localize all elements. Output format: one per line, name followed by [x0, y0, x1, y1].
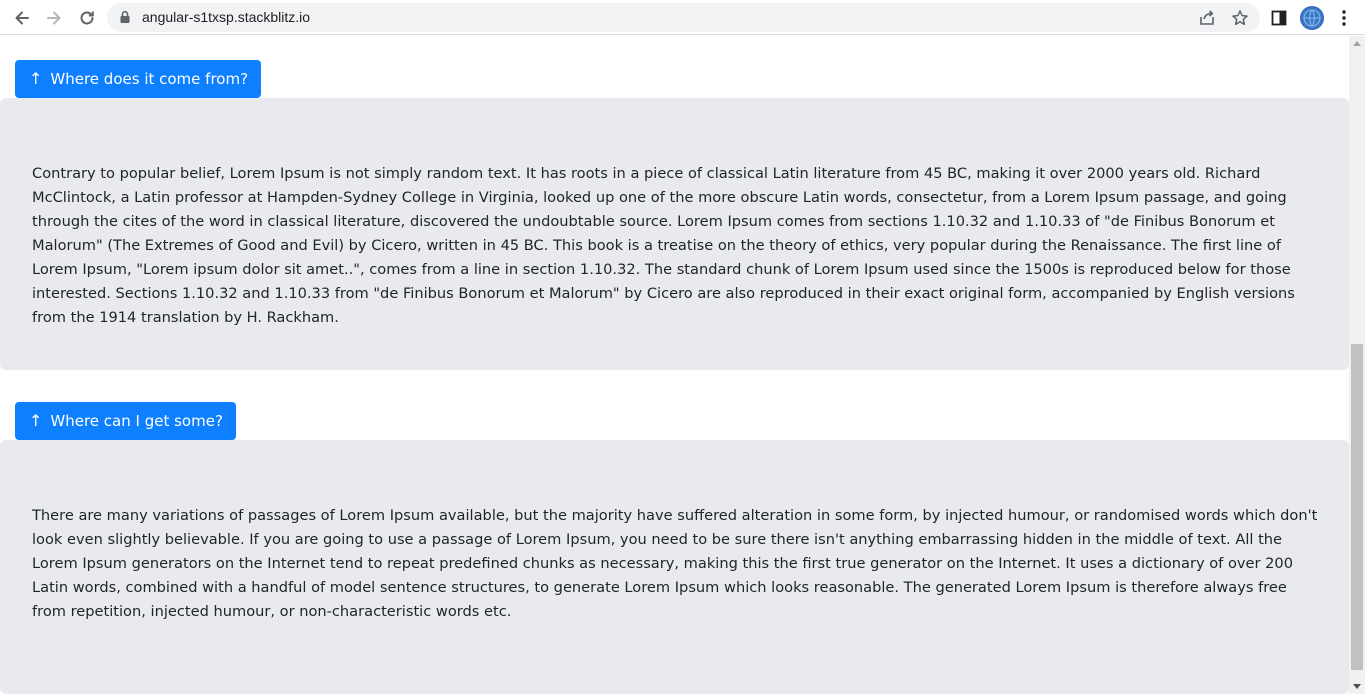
profile-globe-icon: [1301, 7, 1323, 29]
content-panel-origin: Contrary to popular belief, Lorem Ipsum …: [0, 98, 1349, 370]
back-arrow-icon: [15, 11, 29, 25]
content-panel-get-some: There are many variations of passages of…: [0, 440, 1349, 694]
panel-text: Contrary to popular belief, Lorem Ipsum …: [32, 165, 1295, 326]
side-panel-button[interactable]: [1266, 5, 1292, 31]
kebab-menu-icon: [1342, 10, 1346, 26]
lock-icon: [120, 10, 130, 23]
browser-menu-button[interactable]: [1331, 5, 1357, 31]
side-panel-icon: [1271, 10, 1287, 26]
button-label: Where can I get some?: [50, 412, 223, 430]
address-bar[interactable]: angular-s1txsp.stackblitz.io: [107, 3, 1260, 32]
scroll-down-arrow-icon[interactable]: [1353, 684, 1361, 689]
share-icon: [1200, 10, 1214, 25]
page-scrollbar[interactable]: [1349, 36, 1365, 694]
forward-arrow-icon: [47, 11, 61, 25]
where-can-i-get-some-button[interactable]: ↑ Where can I get some?: [15, 402, 236, 440]
url-text[interactable]: angular-s1txsp.stackblitz.io: [142, 9, 310, 25]
avatar[interactable]: [1300, 6, 1324, 30]
up-arrow-icon: ↑: [29, 69, 43, 88]
share-button[interactable]: [1196, 7, 1218, 29]
reload-button[interactable]: [73, 4, 101, 32]
button-label: Where does it come from?: [50, 70, 249, 88]
panel-text: There are many variations of passages of…: [32, 507, 1318, 620]
browser-toolbar: angular-s1txsp.stackblitz.io: [0, 0, 1365, 35]
bookmark-button[interactable]: [1229, 7, 1251, 29]
forward-button[interactable]: [40, 4, 68, 32]
scrollbar-thumb[interactable]: [1351, 344, 1363, 670]
back-button[interactable]: [8, 4, 36, 32]
page-viewport: ↑ Where does it come from? Contrary to p…: [0, 36, 1349, 694]
where-does-it-come-from-button[interactable]: ↑ Where does it come from?: [15, 60, 262, 98]
scroll-up-arrow-icon[interactable]: [1353, 41, 1361, 46]
star-icon: [1232, 10, 1248, 26]
up-arrow-icon: ↑: [29, 411, 43, 430]
reload-icon: [80, 11, 94, 25]
